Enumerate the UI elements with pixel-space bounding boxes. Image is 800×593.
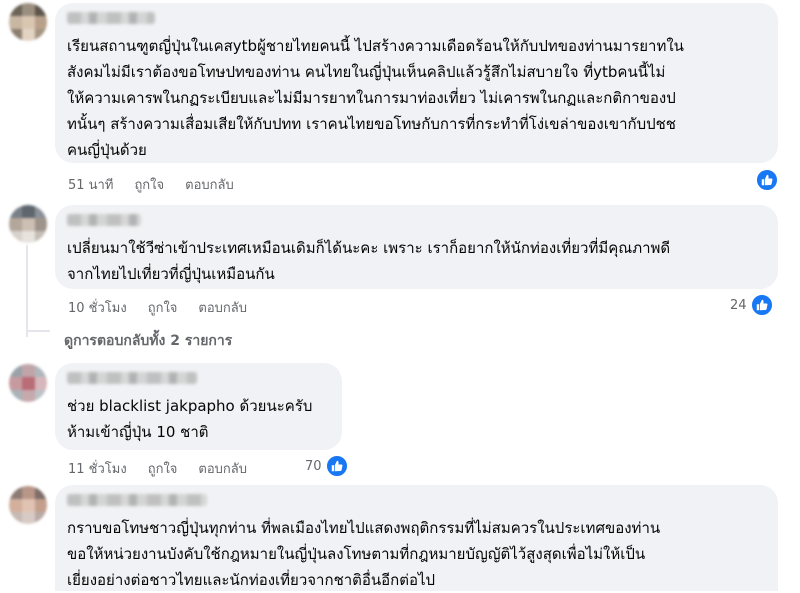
avatar[interactable] [9,205,47,243]
comment-time[interactable]: 10 ชั่วโมง [68,297,127,318]
reply-button[interactable]: ตอบกลับ [198,458,247,479]
reaction-count: 24 [730,297,747,313]
thumbs-up-icon [749,293,774,317]
reaction-summary[interactable]: 70 [305,454,349,478]
thumbs-up-icon [755,168,779,192]
avatar[interactable] [9,3,47,41]
comment-text: เรียนสถานฑูตญี่ปุ่นในเคสytbผู้ชายไทยคนนี… [67,37,684,159]
comment-bubble: กราบขอโทษชาวญี่ปุ่นทุกท่าน ที่พลเมืองไทย… [55,485,778,591]
avatar[interactable] [9,486,47,524]
commenter-name[interactable] [67,494,207,506]
thumbs-up-icon [324,454,349,478]
reply-button[interactable]: ตอบกลับ [198,297,247,318]
reaction-summary[interactable] [752,168,779,192]
commenter-name[interactable] [67,372,197,384]
avatar[interactable] [9,364,47,402]
like-button[interactable]: ถูกใจ [148,297,178,318]
comment-text: เปลี่ยนมาใช้วีซ่าเข้าประเทศเหมือนเดิมก็ไ… [67,239,671,283]
comment-text: ช่วย blacklist jakpapho ด้วยนะครับ ห้ามเ… [67,397,313,441]
reply-button[interactable]: ตอบกลับ [185,174,234,195]
comment-actions: 11 ชั่วโมง ถูกใจ ตอบกลับ [68,458,247,479]
like-button[interactable]: ถูกใจ [148,458,178,479]
reaction-count: 70 [305,458,322,474]
reaction-summary[interactable]: 24 [730,293,774,317]
comment-bubble: เปลี่ยนมาใช้วีซ่าเข้าประเทศเหมือนเดิมก็ไ… [55,205,778,289]
thread-line [26,245,28,337]
comment-bubble: เรียนสถานฑูตญี่ปุ่นในเคสytbผู้ชายไทยคนนี… [55,3,778,163]
comment-time[interactable]: 51 นาที [68,174,113,195]
commenter-name[interactable] [67,12,155,24]
view-replies-link[interactable]: ดูการตอบกลับทั้ง 2 รายการ [64,330,232,352]
comment-text: กราบขอโทษชาวญี่ปุ่นทุกท่าน ที่พลเมืองไทย… [67,519,661,589]
comment-bubble: ช่วย blacklist jakpapho ด้วยนะครับ ห้ามเ… [55,363,342,450]
comment-actions: 10 ชั่วโมง ถูกใจ ตอบกลับ [68,297,247,318]
commenter-name[interactable] [67,214,141,226]
thread-line-branch [26,330,50,332]
like-button[interactable]: ถูกใจ [134,174,164,195]
comment-time[interactable]: 11 ชั่วโมง [68,458,127,479]
comment-actions: 51 นาที ถูกใจ ตอบกลับ [68,174,234,195]
